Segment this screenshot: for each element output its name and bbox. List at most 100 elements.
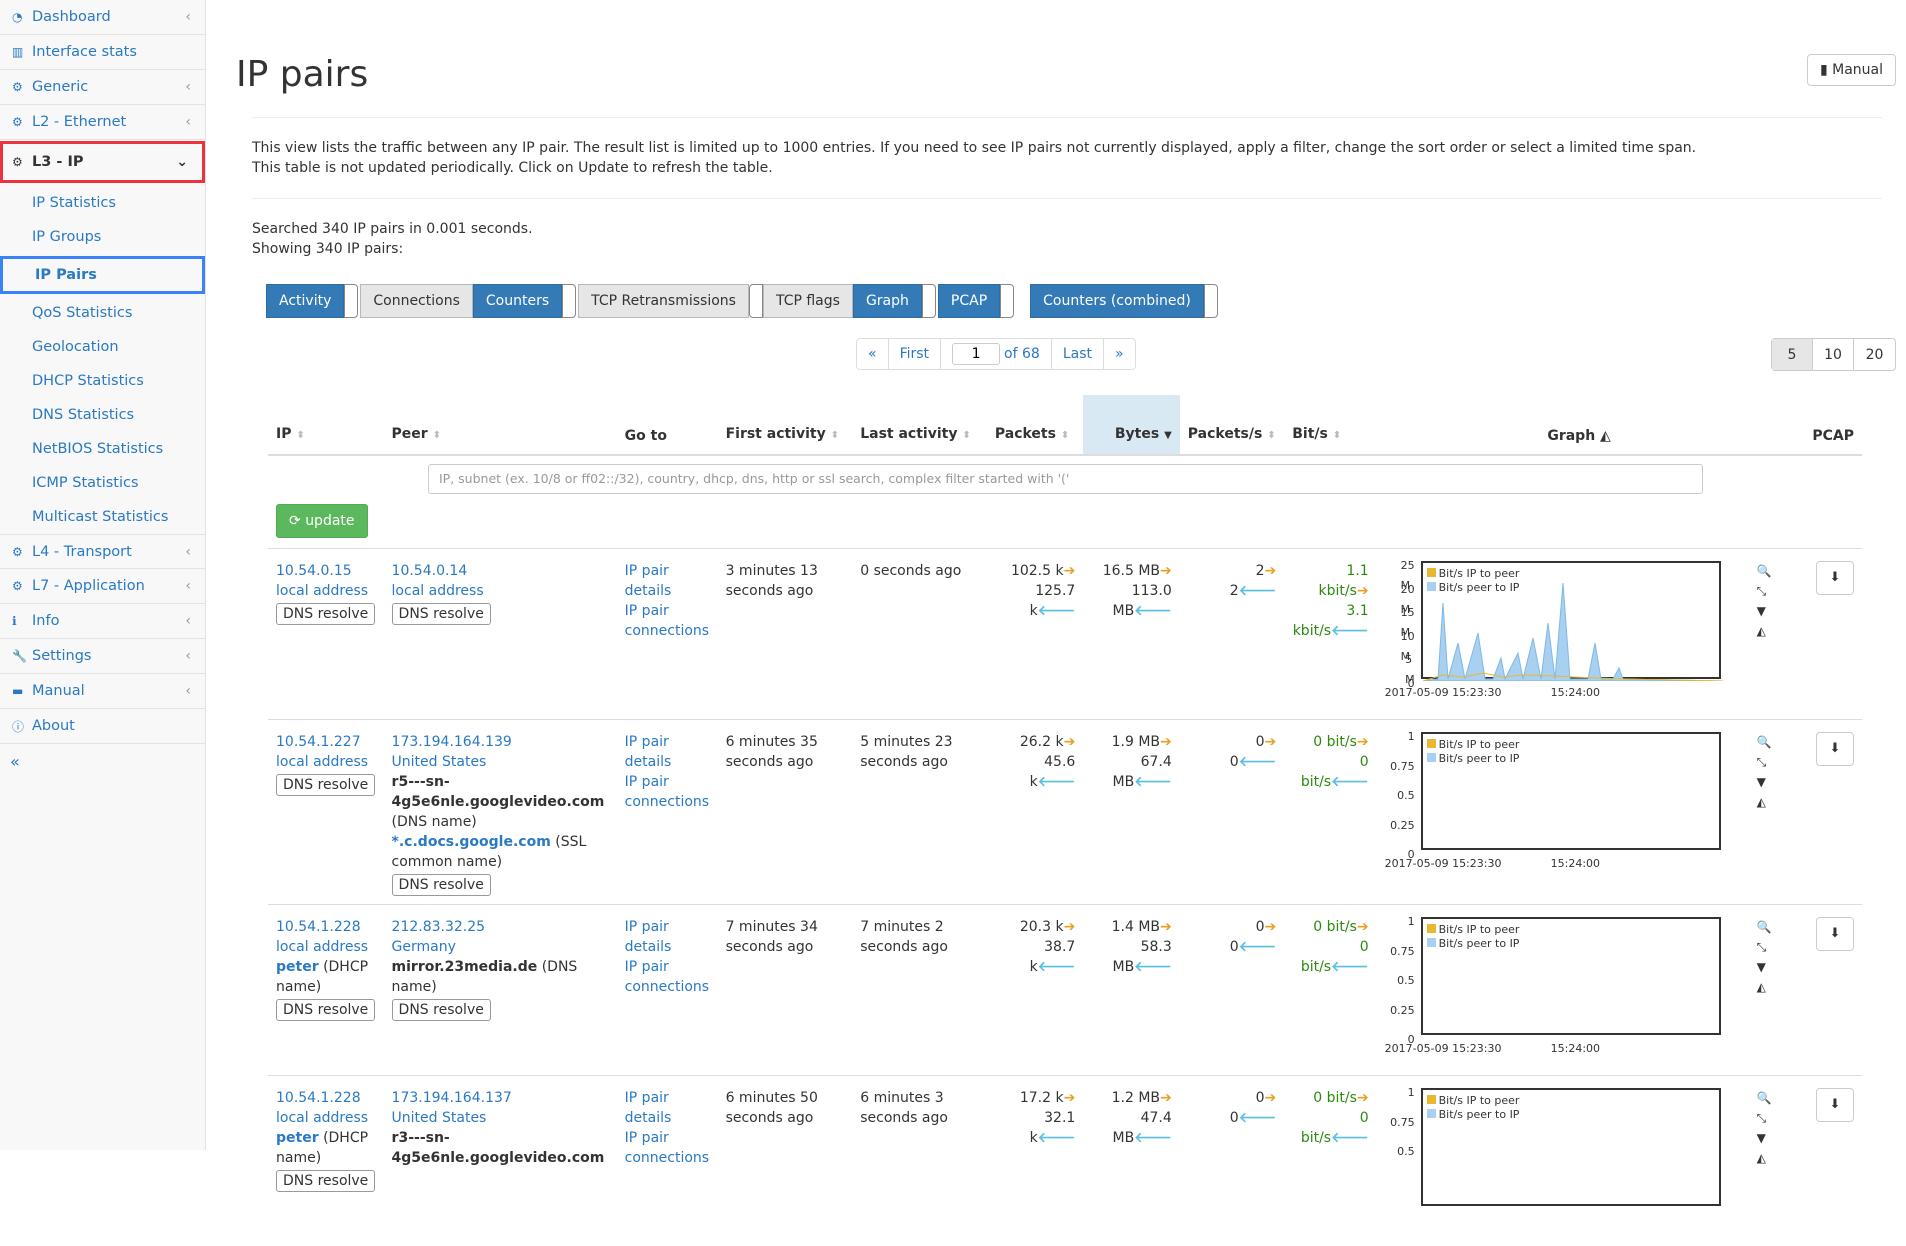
sidebar-item-icmp-statistics[interactable]: ICMP Statistics (0, 466, 205, 500)
tab-graph[interactable]: Graph (853, 284, 922, 318)
ip-link[interactable]: 10.54.1.228 (276, 919, 361, 935)
nav-l3-ip[interactable]: ⚙L3 - IP⌄ (0, 141, 205, 183)
page-size-10[interactable]: 10 (1813, 339, 1854, 370)
dns-resolve-button[interactable]: DNS resolve (276, 1170, 375, 1192)
tab-toggle[interactable] (1204, 284, 1218, 318)
page-number-input[interactable] (952, 343, 1000, 365)
tab-counters[interactable]: Counters (473, 284, 562, 318)
link-text: IP pair (625, 734, 669, 750)
col-peer[interactable]: Peer ⬍ (384, 395, 617, 455)
nav-info[interactable]: ℹInfo‹ (0, 604, 205, 639)
page-size-20[interactable]: 20 (1854, 339, 1895, 370)
sidebar-item-dhcp-statistics[interactable]: DHCP Statistics (0, 364, 205, 398)
ip-pair-details-link[interactable]: IP pairdetails (625, 563, 672, 599)
tab-toggle[interactable] (922, 284, 936, 318)
download-icon[interactable]: ⬇ (1816, 732, 1854, 766)
tab-toggle[interactable] (1000, 284, 1014, 318)
peer-sublabel[interactable]: Germany (392, 939, 456, 955)
nav-manual[interactable]: ▬Manual‹ (0, 674, 205, 709)
col-packets[interactable]: Packets ⬍ (987, 395, 1083, 455)
update-button[interactable]: ⟳ update (276, 504, 368, 538)
peer-sublabel[interactable]: United States (392, 754, 487, 770)
nav-l4-transport[interactable]: ⚙L4 - Transport‹ (0, 534, 205, 569)
dhcp-name-link[interactable]: peter (276, 1130, 319, 1146)
sidebar-item-multicast-statistics[interactable]: Multicast Statistics (0, 500, 205, 534)
col-bits-per-s[interactable]: Bit/s ⬍ (1284, 395, 1376, 455)
nav-about[interactable]: ⓘAbout (0, 709, 205, 744)
ip-pair-details-link[interactable]: IP pairdetails (625, 1090, 672, 1126)
ip-pair-connections-link[interactable]: IP pairconnections (625, 603, 709, 639)
tab-connections[interactable]: Connections (360, 284, 473, 318)
last-activity-cell: 5 minutes 23 seconds ago (852, 720, 987, 905)
dns-resolve-button[interactable]: DNS resolve (276, 603, 375, 625)
pager-prev[interactable]: « (857, 339, 889, 369)
ip-link[interactable]: 10.54.1.227 (276, 734, 361, 750)
sidebar-item-ip-pairs[interactable]: IP Pairs (0, 256, 205, 294)
peer-sublabel[interactable]: local address (392, 583, 484, 599)
sidebar-item-dns-statistics[interactable]: DNS Statistics (0, 398, 205, 432)
peer-link[interactable]: 173.194.164.137 (392, 1090, 512, 1106)
peer-link[interactable]: 173.194.164.139 (392, 734, 512, 750)
tab-toggle[interactable] (562, 284, 576, 318)
ip-link[interactable]: 10.54.0.15 (276, 563, 352, 579)
peer-link[interactable]: 10.54.0.14 (392, 563, 468, 579)
ip-sublabel[interactable]: local address (276, 754, 368, 770)
sidebar-item-ip-groups[interactable]: IP Groups (0, 220, 205, 254)
ip-pair-connections-link[interactable]: IP pairconnections (625, 959, 709, 995)
tab-toggle[interactable] (749, 284, 763, 318)
sidebar-collapse-button[interactable]: « (0, 744, 205, 779)
nav-l2-ethernet[interactable]: ⚙L2 - Ethernet‹ (0, 105, 205, 140)
ip-pair-details-link[interactable]: IP pairdetails (625, 919, 672, 955)
tab-tcp-retransmissions[interactable]: TCP Retransmissions (578, 284, 749, 318)
col-label: Packets (995, 426, 1056, 442)
tab-tcp-flags[interactable]: TCP flags (763, 284, 853, 318)
dns-resolve-button[interactable]: DNS resolve (392, 874, 491, 896)
pager-next[interactable]: » (1104, 339, 1135, 369)
sidebar-item-qos-statistics[interactable]: QoS Statistics (0, 296, 205, 330)
col-first-activity[interactable]: First activity ⬍ (718, 395, 853, 455)
col-bytes[interactable]: Bytes ▼ (1083, 395, 1179, 455)
nav-generic[interactable]: ⚙Generic‹ (0, 70, 205, 105)
col-ip[interactable]: IP ⬍ (268, 395, 384, 455)
dns-resolve-button[interactable]: DNS resolve (276, 774, 375, 796)
pager-first[interactable]: First (889, 339, 941, 369)
ip-link[interactable]: 10.54.1.228 (276, 1090, 361, 1106)
ip-pair-details-link[interactable]: IP pairdetails (625, 734, 672, 770)
peer-ssl-name[interactable]: *.c.docs.google.com (392, 834, 551, 850)
ip-pair-connections-link[interactable]: IP pairconnections (625, 774, 709, 810)
dhcp-name-link[interactable]: peter (276, 959, 319, 975)
ip-sublabel[interactable]: local address (276, 939, 368, 955)
tab-toggle[interactable] (344, 284, 358, 318)
ip-pair-connections-link[interactable]: IP pairconnections (625, 1130, 709, 1166)
bytes-cell: 1.9 MB➔67.4 MB🡐 (1083, 720, 1179, 905)
gear-icon: ⚙ (12, 545, 28, 559)
nav-dashboard[interactable]: ◔Dashboard‹ (0, 0, 205, 35)
sidebar-item-geolocation[interactable]: Geolocation (0, 330, 205, 364)
y-tick-label: 0.25 (1390, 1001, 1415, 1021)
peer-link[interactable]: 212.83.32.25 (392, 919, 486, 935)
page-size-5[interactable]: 5 (1772, 339, 1813, 370)
ip-sublabel[interactable]: local address (276, 583, 368, 599)
col-last-activity[interactable]: Last activity ⬍ (852, 395, 987, 455)
col-packets-per-s[interactable]: Packets/s ⬍ (1180, 395, 1285, 455)
filter-input[interactable]: IP, subnet (ex. 10/8 or ff02::/32), coun… (428, 464, 1703, 494)
download-icon[interactable]: ⬇ (1816, 917, 1854, 951)
manual-button[interactable]: ▮ Manual (1807, 54, 1896, 86)
nav-settings[interactable]: 🔧Settings‹ (0, 639, 205, 674)
dns-resolve-button[interactable]: DNS resolve (392, 999, 491, 1021)
download-icon[interactable]: ⬇ (1816, 561, 1854, 595)
peer-sublabel[interactable]: United States (392, 1110, 487, 1126)
nav-interface-stats[interactable]: ▥Interface stats (0, 35, 205, 70)
nav-l7-application[interactable]: ⚙L7 - Application‹ (0, 569, 205, 604)
pager-last[interactable]: Last (1052, 339, 1104, 369)
tab-activity[interactable]: Activity (266, 284, 344, 318)
tab-pcap[interactable]: PCAP (938, 284, 1000, 318)
dns-resolve-button[interactable]: DNS resolve (276, 999, 375, 1021)
dns-resolve-button[interactable]: DNS resolve (392, 603, 491, 625)
sidebar-item-ip-statistics[interactable]: IP Statistics (0, 186, 205, 220)
ip-sublabel[interactable]: local address (276, 1110, 368, 1126)
tab-counters-combined[interactable]: Counters (combined) (1030, 284, 1204, 318)
nav-label: Manual (32, 683, 85, 699)
sidebar-item-netbios-statistics[interactable]: NetBIOS Statistics (0, 432, 205, 466)
download-icon[interactable]: ⬇ (1816, 1088, 1854, 1122)
